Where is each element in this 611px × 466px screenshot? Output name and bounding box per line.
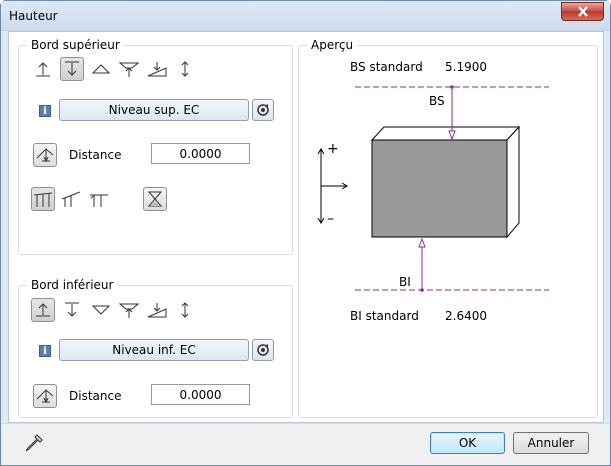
eyedropper-icon (25, 434, 43, 452)
distance-sup-input[interactable]: 0.0000 (151, 143, 250, 164)
up-down-arrow-icon (181, 302, 189, 318)
bord-superieur-title: Bord supérieur (27, 38, 124, 52)
apercu-title: Aperçu (307, 38, 358, 52)
roof-step-icon (90, 194, 108, 207)
bs-standard-label: BS standard (350, 60, 423, 74)
dialog-window: Hauteur Bord supérieur i Niveau sup. EC … (0, 0, 611, 466)
top-slope-button[interactable] (145, 57, 169, 81)
bottom-align-down-button[interactable] (60, 298, 84, 322)
bs-standard-value: 5.1900 (445, 60, 487, 74)
pipette-button[interactable] (24, 433, 44, 456)
close-icon (577, 6, 588, 17)
info-icon[interactable]: i (39, 105, 51, 117)
top-double-arrow-button[interactable] (173, 57, 197, 81)
distance-inf-toggle[interactable] (33, 384, 57, 408)
refresh-icon (257, 104, 269, 116)
arrow-down-line-icon (65, 61, 79, 76)
bi-standard-value: 2.6400 (445, 309, 487, 323)
preview-diagram (317, 85, 549, 292)
arrow-down-line-icon (65, 302, 79, 317)
distance-slope-icon (36, 148, 54, 163)
roof-slope-button[interactable] (59, 187, 83, 211)
bord-inferieur-title: Bord inférieur (27, 278, 118, 292)
bottom-triangle-down-button[interactable] (89, 298, 113, 322)
block-top (370, 126, 521, 141)
close-button[interactable] (561, 2, 604, 21)
refresh-icon (257, 344, 269, 356)
distance-slope-icon (36, 389, 54, 404)
distance-sup-toggle[interactable] (33, 143, 57, 167)
slope-arrow-icon (147, 62, 167, 77)
top-align-down-button[interactable] (60, 57, 84, 81)
distance-inf-label: Distance (69, 389, 122, 403)
block-front (371, 139, 508, 238)
block-side (506, 125, 520, 239)
title-bar[interactable]: Hauteur (1, 1, 610, 31)
roof-flat-button[interactable] (31, 187, 55, 211)
bottom-double-arrow-button[interactable] (173, 298, 197, 322)
niveau-sup-refresh-button[interactable] (252, 99, 274, 121)
distance-inf-input[interactable]: 0.0000 (151, 384, 250, 405)
top-align-up-button[interactable] (31, 57, 55, 81)
triangle-up-icon (92, 64, 110, 74)
up-down-arrow-icon (181, 61, 189, 77)
roof-step-button[interactable] (87, 187, 111, 211)
roof-arrow-icon (119, 62, 139, 77)
top-pointed-button[interactable] (117, 57, 141, 81)
bi-arrow-icon (418, 237, 426, 248)
triangle-down-icon (92, 305, 110, 315)
info-icon[interactable]: i (39, 345, 51, 357)
hourglass-icon (147, 191, 163, 207)
roof-arrow-icon (119, 303, 139, 318)
bottom-slope-button[interactable] (145, 298, 169, 322)
horizontal-arrow-icon (321, 182, 348, 190)
ok-button[interactable]: OK (430, 432, 505, 454)
niveau-inf-refresh-button[interactable] (252, 339, 274, 361)
arrow-up-line-icon (36, 303, 50, 317)
distance-sup-label: Distance (69, 148, 122, 162)
bi-standard-label: BI standard (350, 309, 419, 323)
dialog-content: Bord supérieur i Niveau sup. EC Distance (8, 31, 604, 423)
roof-flat-icon (33, 192, 53, 207)
niveau-inf-button[interactable]: Niveau inf. EC (59, 339, 249, 361)
bottom-align-up-button[interactable] (31, 298, 55, 322)
roof-slope-icon (61, 191, 81, 207)
dialog-footer: OK Annuler (2, 423, 610, 465)
hourglass-button[interactable] (143, 187, 167, 211)
slope-arrow-icon (147, 303, 167, 318)
window-title: Hauteur (9, 9, 58, 23)
top-triangle-up-button[interactable] (89, 57, 113, 81)
niveau-sup-button[interactable]: Niveau sup. EC (59, 99, 249, 121)
arrow-up-line-icon (36, 62, 50, 77)
bottom-pointed-button[interactable] (117, 298, 141, 322)
cancel-button[interactable]: Annuler (513, 432, 589, 454)
